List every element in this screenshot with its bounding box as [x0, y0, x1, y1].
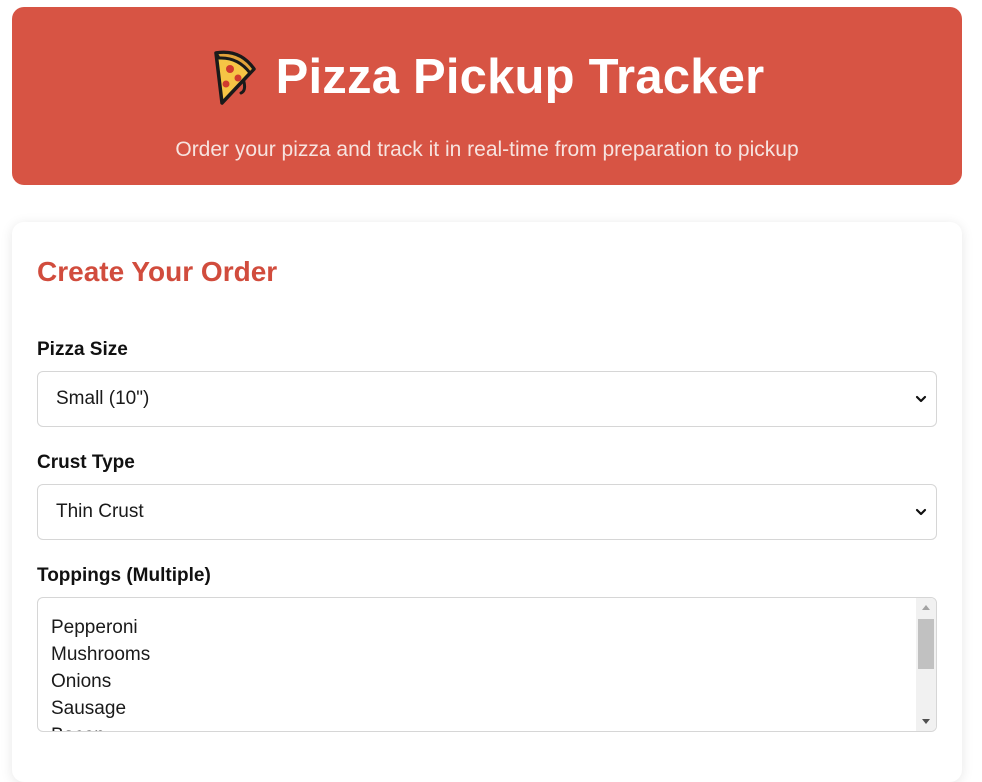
toppings-scrollbar[interactable]	[916, 598, 936, 731]
scroll-down-icon[interactable]	[921, 716, 931, 726]
topping-option[interactable]: Mushrooms	[51, 641, 150, 668]
header-title-row: Pizza Pickup Tracker	[12, 45, 962, 109]
chevron-down-icon	[915, 395, 927, 403]
header-banner: Pizza Pickup Tracker Order your pizza an…	[12, 7, 962, 185]
pizza-size-select[interactable]: Small (10")	[37, 371, 937, 427]
pizza-size-label: Pizza Size	[37, 339, 128, 360]
page-title: Pizza Pickup Tracker	[275, 49, 765, 104]
crust-type-value: Thin Crust	[56, 501, 144, 522]
crust-type-select[interactable]: Thin Crust	[37, 484, 937, 540]
topping-option[interactable]: Bacon	[51, 722, 150, 731]
scrollbar-thumb[interactable]	[918, 619, 934, 669]
pizza-size-value: Small (10")	[56, 388, 150, 409]
scroll-up-icon[interactable]	[921, 603, 931, 613]
topping-option[interactable]: Pepperoni	[51, 614, 150, 641]
toppings-multiselect[interactable]: Pepperoni Mushrooms Onions Sausage Bacon	[37, 597, 937, 732]
page-subtitle: Order your pizza and track it in real-ti…	[175, 138, 799, 161]
crust-type-label: Crust Type	[37, 452, 135, 473]
order-form-card: Create Your Order Pizza Size Small (10")…	[12, 222, 962, 782]
pizza-slice-icon	[210, 47, 258, 107]
toppings-label: Toppings (Multiple)	[37, 565, 211, 586]
topping-option[interactable]: Sausage	[51, 695, 150, 722]
chevron-down-icon	[915, 508, 927, 516]
topping-option[interactable]: Onions	[51, 668, 150, 695]
order-form-title: Create Your Order	[37, 256, 278, 287]
toppings-options: Pepperoni Mushrooms Onions Sausage Bacon	[51, 614, 150, 731]
